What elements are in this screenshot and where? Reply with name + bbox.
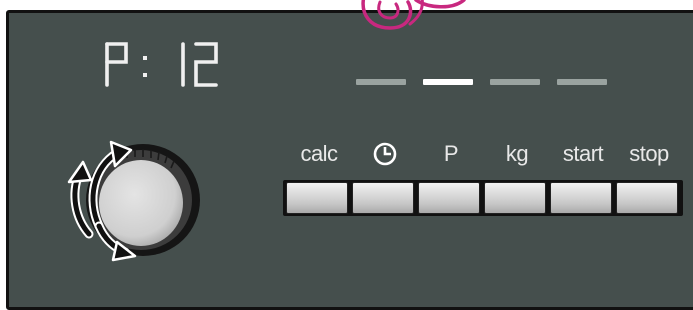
label-weight: kg <box>505 141 529 166</box>
label-timer <box>353 139 417 175</box>
start-button[interactable] <box>550 182 612 214</box>
indicator-1 <box>356 79 406 85</box>
program-button[interactable] <box>418 182 480 214</box>
clock-icon <box>373 142 397 166</box>
weight-button[interactable] <box>484 182 546 214</box>
seven-segment-readout <box>105 42 218 87</box>
indicator-4 <box>557 79 607 85</box>
label-stop: stop <box>629 141 669 166</box>
calc-button[interactable] <box>286 182 348 214</box>
label-calc: calc <box>300 141 338 166</box>
button-labels: calc P kg start stop <box>284 139 682 171</box>
program-display <box>98 40 228 90</box>
stop-button[interactable] <box>616 182 678 214</box>
label-start: start <box>562 141 604 166</box>
rotary-knob[interactable] <box>65 138 210 263</box>
indicator-2 <box>423 79 473 85</box>
brand-logo <box>352 0 472 44</box>
button-row <box>283 180 683 216</box>
indicator-3 <box>490 79 540 85</box>
label-program: P <box>443 141 459 166</box>
timer-button[interactable] <box>352 182 414 214</box>
